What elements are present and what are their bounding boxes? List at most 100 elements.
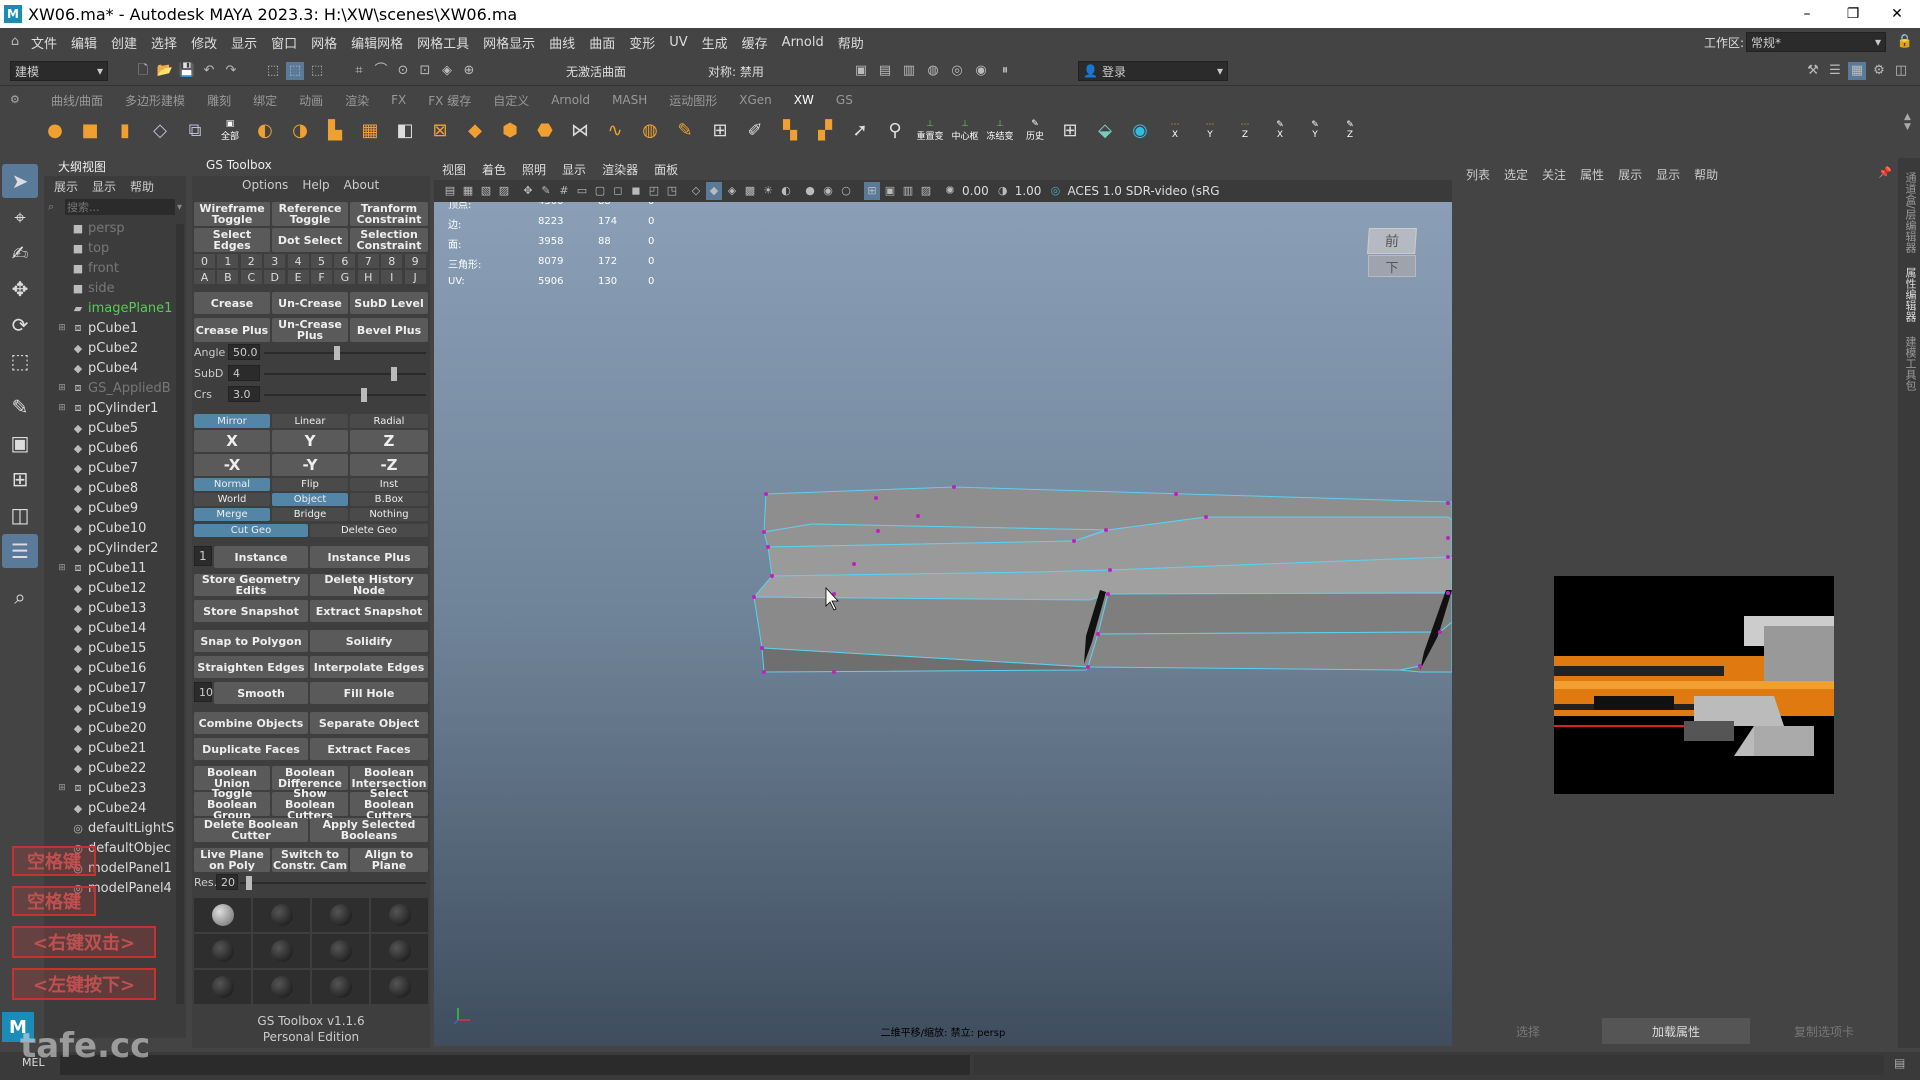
- mode-dropdown[interactable]: 建模 ▾: [10, 61, 108, 81]
- channel-box-icon[interactable]: ▦: [1848, 62, 1866, 80]
- angle-slider-handle[interactable]: [333, 346, 340, 360]
- outliner-menu-help[interactable]: 帮助: [130, 178, 154, 195]
- multicut-icon[interactable]: ⊠: [425, 115, 455, 145]
- outliner-menu-show[interactable]: 展示: [54, 178, 78, 195]
- lights-icon[interactable]: ☀: [760, 182, 776, 200]
- split-icon[interactable]: ▞: [810, 115, 840, 145]
- outliner-item[interactable]: ◆ pCube15: [44, 638, 186, 658]
- exposure-value[interactable]: 0.00: [962, 184, 989, 198]
- angle-field[interactable]: 50.0: [228, 344, 260, 360]
- straighten-edges-button[interactable]: Straighten Edges: [194, 656, 308, 678]
- letter-set-button[interactable]: C: [240, 270, 262, 284]
- select-object-icon[interactable]: ⬚: [286, 62, 304, 80]
- extract-icon[interactable]: ⬣: [530, 115, 560, 145]
- snap-curve-icon[interactable]: ⌒: [372, 62, 390, 80]
- outliner-item[interactable]: ◆ pCube2: [44, 338, 186, 358]
- number-set-button[interactable]: 1: [217, 254, 239, 268]
- undo-icon[interactable]: ↶: [200, 62, 218, 80]
- outliner-item[interactable]: ■ top: [44, 238, 186, 258]
- render-view-icon[interactable]: ◎: [948, 62, 966, 80]
- cube-wire-icon[interactable]: ◇: [145, 115, 175, 145]
- menu-modify[interactable]: 修改: [184, 33, 224, 52]
- image-plane-icon[interactable]: ▨: [496, 182, 512, 200]
- angle-slider-track[interactable]: [264, 352, 426, 354]
- viewport-persp[interactable]: 顶点:4300880边:82231740面:3958880三角形:8079172…: [434, 202, 1452, 1046]
- shelf-tab-rendering[interactable]: 渲染: [334, 92, 380, 109]
- outliner-item[interactable]: ◆ pCube13: [44, 598, 186, 618]
- attr-menu-show[interactable]: 展示: [1618, 166, 1642, 183]
- uncrease-button[interactable]: Un-Crease: [272, 292, 348, 314]
- material-swatch[interactable]: [371, 934, 428, 968]
- live-plane-button[interactable]: Live Plane on Poly: [194, 848, 270, 872]
- outliner-search-input[interactable]: [64, 199, 175, 215]
- outliner-item[interactable]: ◎ defaultLightS: [44, 818, 186, 838]
- select-hierarchy-icon[interactable]: ⬚: [264, 62, 282, 80]
- material-swatch[interactable]: [194, 970, 251, 1004]
- color-management-icon[interactable]: ◎: [1047, 182, 1063, 200]
- attribute-editor-icon[interactable]: ☰: [1826, 62, 1844, 80]
- number-set-button[interactable]: 8: [381, 254, 403, 268]
- material-swatch[interactable]: [194, 898, 251, 932]
- bridge-icon[interactable]: ▙: [320, 115, 350, 145]
- gs-menu-options[interactable]: Options: [242, 178, 288, 192]
- crs-slider-handle[interactable]: [361, 388, 368, 402]
- mirror-y-button[interactable]: Y: [272, 430, 348, 452]
- shelf-tab-fx-cache[interactable]: FX 缓存: [417, 92, 482, 109]
- select-boolean-cutters-button[interactable]: Select Boolean Cutters: [350, 788, 428, 821]
- login-dropdown[interactable]: 👤 登录 ▾: [1078, 61, 1228, 81]
- chevron-down-icon[interactable]: ▾: [177, 202, 182, 213]
- material-swatch[interactable]: [371, 898, 428, 932]
- shelf-scroll-icon[interactable]: ▲ ▼: [1904, 112, 1911, 132]
- outliner-item[interactable]: ■ front: [44, 258, 186, 278]
- bookmark-icon[interactable]: ▧: [478, 182, 494, 200]
- select-edges-button[interactable]: Select Edges: [194, 228, 270, 252]
- snap-view-icon[interactable]: ⊡: [416, 62, 434, 80]
- pencil-icon[interactable]: ✎: [2, 390, 38, 424]
- merge-button[interactable]: Merge: [194, 508, 270, 521]
- menu-mesh[interactable]: 网格: [304, 33, 344, 52]
- render-frame-icon[interactable]: ▣: [852, 62, 870, 80]
- grid-fill-icon[interactable]: ⊞: [705, 115, 735, 145]
- shelf-tab-custom[interactable]: 自定义: [482, 92, 540, 109]
- outliner-item[interactable]: ◆ pCube10: [44, 518, 186, 538]
- attr-menu-focus[interactable]: 关注: [1542, 166, 1566, 183]
- outliner-item[interactable]: ◆ pCube19: [44, 698, 186, 718]
- menu-surfaces[interactable]: 曲面: [582, 33, 622, 52]
- snap-to-polygon-button[interactable]: Snap to Polygon: [194, 630, 308, 652]
- outliner-item[interactable]: ◆ pCube6: [44, 438, 186, 458]
- material-swatch[interactable]: [253, 970, 310, 1004]
- tab-modeling-toolkit[interactable]: 建模工具包: [1902, 336, 1918, 391]
- move-tool-icon[interactable]: ✥: [2, 272, 38, 306]
- ambient-occlusion-icon[interactable]: ●: [802, 182, 818, 200]
- solidify-button[interactable]: Solidify: [310, 630, 428, 652]
- outliner-layout-icon[interactable]: ☰: [2, 534, 38, 568]
- paint-select-icon[interactable]: ✍: [2, 236, 38, 270]
- shelf-tab-mash[interactable]: MASH: [601, 93, 658, 107]
- poly-cylinder-icon[interactable]: ▮: [110, 115, 140, 145]
- outliner-item[interactable]: ⊞ ⧈ pCube11: [44, 558, 186, 578]
- 2d-pan-icon[interactable]: ✥: [520, 182, 536, 200]
- select-all-icon[interactable]: ▣ 全部: [215, 115, 245, 145]
- extract-snapshot-button[interactable]: Extract Snapshot: [310, 600, 428, 622]
- close-button[interactable]: ✕: [1874, 0, 1920, 28]
- extract-faces-button[interactable]: Extract Faces: [310, 738, 428, 760]
- target-weld-icon[interactable]: ◆: [460, 115, 490, 145]
- antialiasing-icon[interactable]: ○: [838, 182, 854, 200]
- subd-slider-handle[interactable]: [390, 367, 397, 381]
- menu-file[interactable]: 文件: [24, 33, 64, 52]
- subd-slider-track[interactable]: [264, 373, 426, 375]
- delete-geo-button[interactable]: Delete Geo: [310, 524, 428, 537]
- select-tool-icon[interactable]: ➤: [2, 164, 38, 198]
- sculpt-icon[interactable]: ✎: [670, 115, 700, 145]
- tab-attribute-editor[interactable]: 属性编辑器: [1902, 267, 1918, 322]
- lasso-tool-icon[interactable]: ⌖: [2, 200, 38, 234]
- outliner-item[interactable]: ◆ pCube12: [44, 578, 186, 598]
- snap-point-icon[interactable]: ⊙: [394, 62, 412, 80]
- normal-button[interactable]: Normal: [194, 478, 270, 491]
- minimize-button[interactable]: –: [1784, 0, 1830, 28]
- res-field[interactable]: 20: [216, 874, 238, 890]
- snap-grid-icon[interactable]: ⌗: [350, 62, 368, 80]
- outliner-item[interactable]: ▰ imagePlane1: [44, 298, 186, 318]
- gs-menu-about[interactable]: About: [344, 178, 379, 192]
- smooth-button[interactable]: Smooth: [214, 682, 308, 704]
